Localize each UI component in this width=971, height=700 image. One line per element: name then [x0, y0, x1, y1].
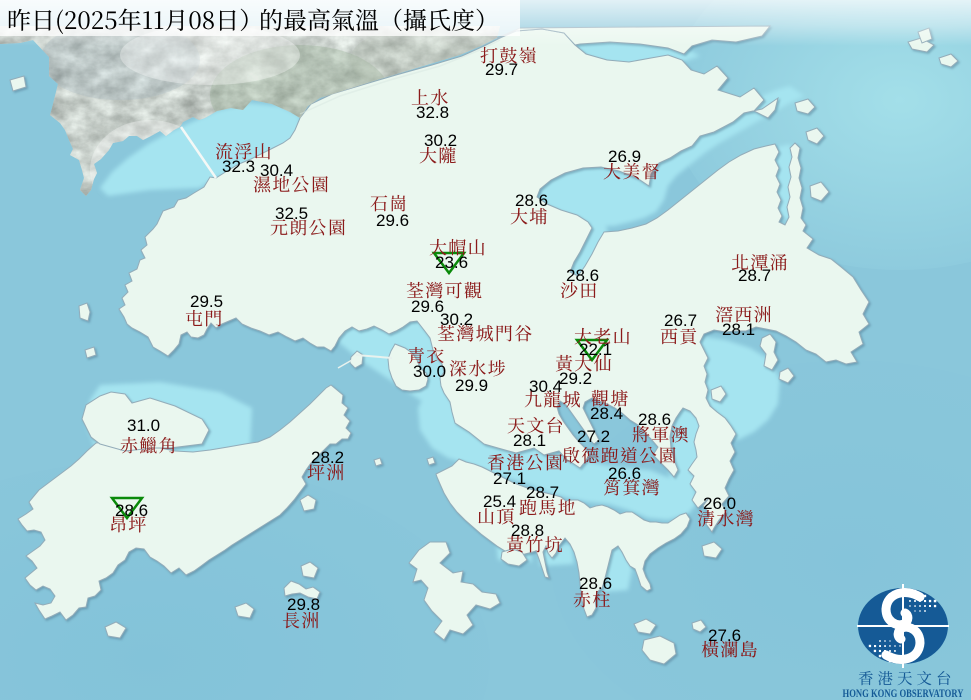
svg-text:HONG KONG OBSERVATORY: HONG KONG OBSERVATORY — [843, 686, 964, 700]
